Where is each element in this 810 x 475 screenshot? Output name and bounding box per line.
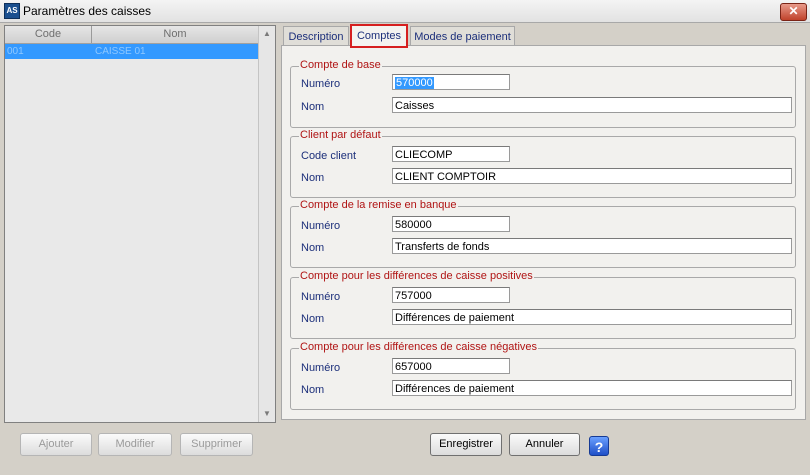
- compte-base-numero-field[interactable]: 570000: [392, 74, 510, 90]
- list-header: Code Nom: [5, 26, 258, 44]
- nom-label: Nom: [301, 172, 325, 184]
- title-bar: AS Paramètres des caisses ✕: [0, 0, 810, 23]
- numero-label: Numéro: [301, 291, 341, 303]
- diff-positives-nom-field[interactable]: Différences de paiement: [392, 309, 792, 325]
- numero-label: Numéro: [301, 362, 341, 374]
- diff-negatives-nom-field[interactable]: Différences de paiement: [392, 380, 792, 396]
- app-icon: AS: [4, 3, 20, 19]
- diff-positives-numero-field[interactable]: 757000: [392, 287, 510, 303]
- window-title: Paramètres des caisses: [23, 4, 152, 18]
- numero-label: Numéro: [301, 78, 341, 90]
- scroll-up-arrow-icon[interactable]: ▲: [259, 26, 275, 42]
- tab-modes-de-paiement[interactable]: Modes de paiement: [410, 26, 515, 47]
- remise-nom-field[interactable]: Transferts de fonds: [392, 238, 792, 254]
- group-differences-negatives: Compte pour les différences de caisse né…: [290, 341, 796, 410]
- group-differences-positives: Compte pour les différences de caisse po…: [290, 270, 796, 339]
- group-title: Compte pour les différences de caisse po…: [299, 270, 534, 282]
- nom-label: Nom: [301, 384, 325, 396]
- cash-register-list[interactable]: Code Nom 001 CAISSE 01 ▲ ▼: [4, 25, 276, 423]
- close-icon: ✕: [788, 4, 799, 18]
- group-title: Client par défaut: [299, 129, 382, 141]
- close-button[interactable]: ✕: [780, 3, 807, 21]
- supprimer-button[interactable]: Supprimer: [180, 433, 253, 456]
- tab-panel-comptes: Compte de base Numéro 570000 Nom Caisses…: [281, 45, 806, 420]
- code-client-field[interactable]: CLIECOMP: [392, 146, 510, 162]
- tab-comptes[interactable]: Comptes: [350, 24, 408, 48]
- list-item-code: 001: [7, 46, 24, 57]
- vertical-scrollbar[interactable]: ▲ ▼: [258, 26, 275, 422]
- remise-numero-field[interactable]: 580000: [392, 216, 510, 232]
- numero-label: Numéro: [301, 220, 341, 232]
- scroll-down-arrow-icon[interactable]: ▼: [259, 406, 275, 422]
- column-header-code[interactable]: Code: [5, 26, 92, 43]
- group-remise-en-banque: Compte de la remise en banque Numéro 580…: [290, 199, 796, 268]
- column-header-nom[interactable]: Nom: [92, 26, 258, 43]
- code-client-label: Code client: [301, 150, 357, 162]
- tab-description[interactable]: Description: [283, 26, 349, 47]
- nom-label: Nom: [301, 242, 325, 254]
- annuler-button[interactable]: Annuler: [509, 433, 580, 456]
- group-compte-de-base: Compte de base Numéro 570000 Nom Caisses: [290, 59, 796, 128]
- list-item[interactable]: 001 CAISSE 01: [5, 44, 258, 59]
- diff-negatives-numero-field[interactable]: 657000: [392, 358, 510, 374]
- nom-label: Nom: [301, 313, 325, 325]
- list-item-nom: CAISSE 01: [95, 46, 146, 57]
- group-client-par-defaut: Client par défaut Code client CLIECOMP N…: [290, 129, 796, 198]
- client-nom-field[interactable]: CLIENT COMPTOIR: [392, 168, 792, 184]
- help-icon[interactable]: ?: [589, 436, 609, 456]
- compte-base-nom-field[interactable]: Caisses: [392, 97, 792, 113]
- group-title: Compte de la remise en banque: [299, 199, 458, 211]
- group-title: Compte de base: [299, 59, 382, 71]
- group-title: Compte pour les différences de caisse né…: [299, 341, 539, 353]
- enregistrer-button[interactable]: Enregistrer: [430, 433, 502, 456]
- modifier-button[interactable]: Modifier: [98, 433, 172, 456]
- ajouter-button[interactable]: Ajouter: [20, 433, 92, 456]
- nom-label: Nom: [301, 101, 325, 113]
